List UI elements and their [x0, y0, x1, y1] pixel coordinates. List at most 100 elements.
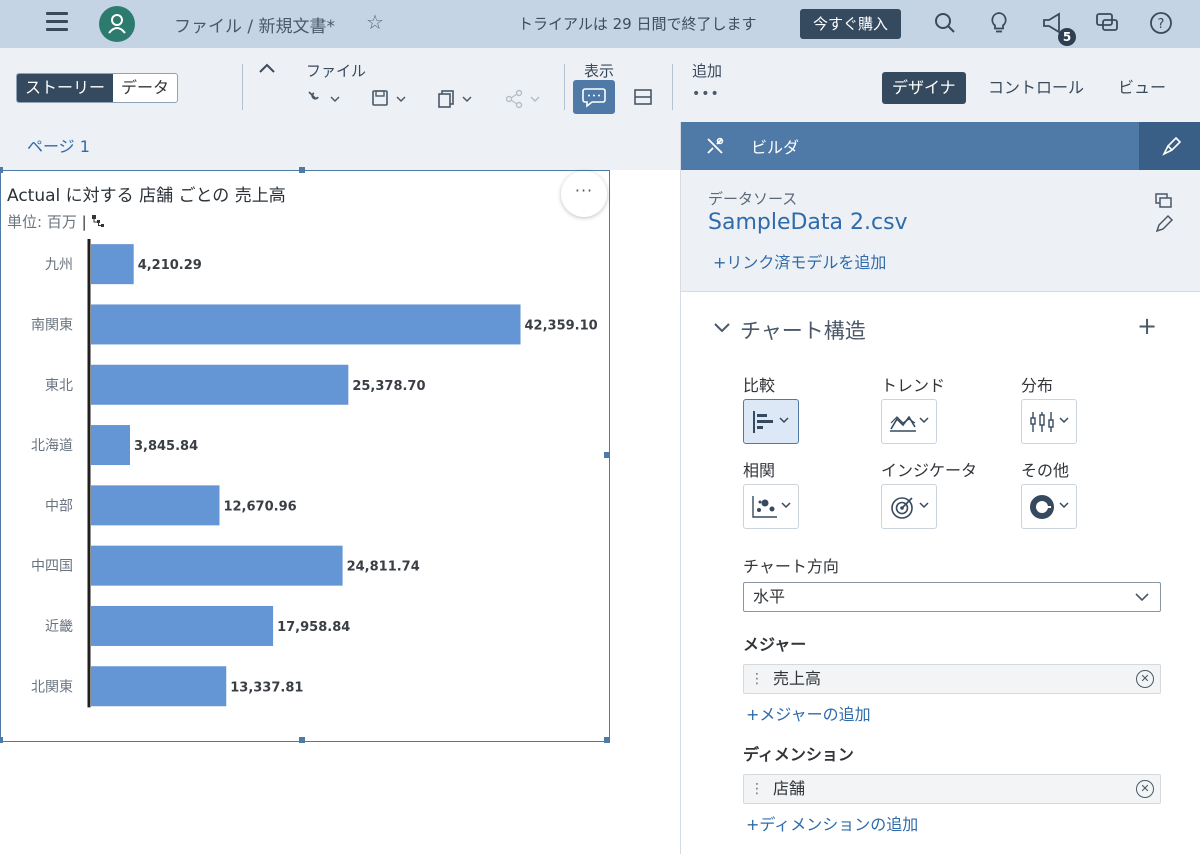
chart-type-distribution-button[interactable]	[1021, 399, 1077, 444]
chart-type-trend-button[interactable]	[881, 399, 937, 444]
wrench-icon[interactable]	[305, 88, 345, 110]
help-icon[interactable]: ?	[1148, 10, 1174, 36]
page-tab-strip: ページ 1	[0, 122, 680, 170]
bar-value-label: 24,811.74	[347, 560, 420, 575]
breadcrumb[interactable]: ファイル / 新規文書*	[174, 12, 335, 37]
bar[interactable]	[91, 364, 349, 405]
brush-icon	[1162, 136, 1182, 156]
collapse-chevron-icon[interactable]	[258, 62, 276, 74]
trial-text: トライアルは 29 日間で終了します	[518, 15, 757, 33]
builder-panel: ビルダ データソース SampleData 2.csv +リンク済モデルを追加 …	[680, 122, 1200, 854]
notification-badge[interactable]: 5	[1058, 28, 1076, 46]
tools-icon[interactable]	[705, 136, 725, 156]
target-icon	[891, 497, 929, 519]
control-mode-button[interactable]: コントロール	[988, 72, 1084, 104]
orientation-value: 水平	[753, 587, 786, 606]
more-add-icon[interactable]: •••	[692, 86, 720, 102]
datasource-name[interactable]: SampleData 2.csv	[708, 210, 908, 235]
chart-type-label: 分布	[1021, 376, 1054, 395]
category-tick-label: 北海道	[31, 438, 73, 454]
buy-now-button[interactable]: 今すぐ購入	[800, 9, 901, 39]
resize-handle[interactable]	[299, 167, 305, 173]
category-tick-label: 南関東	[31, 317, 73, 333]
bar-value-label: 3,845.84	[134, 439, 198, 454]
measure-name: 売上高	[773, 669, 822, 688]
remove-measure-icon[interactable]: ✕	[1136, 670, 1154, 688]
drag-handle-icon[interactable]: ⋮	[750, 665, 764, 693]
copy-datasource-icon[interactable]	[1154, 192, 1174, 210]
chart-type-label: その他	[1021, 461, 1070, 480]
area-chart-icon	[890, 415, 929, 432]
resize-handle[interactable]	[0, 737, 3, 743]
share-icon[interactable]	[505, 88, 545, 110]
resize-handle[interactable]	[0, 167, 3, 173]
add-dimension-link[interactable]: +ディメンションの追加	[746, 811, 918, 835]
comment-icon	[582, 88, 606, 108]
chat-icon[interactable]	[1094, 10, 1120, 36]
builder-header: ビルダ	[681, 122, 1200, 170]
bar-value-label: 4,210.29	[138, 258, 202, 273]
bar[interactable]	[91, 304, 521, 345]
donut-icon	[1030, 495, 1069, 519]
toolbar-divider	[564, 64, 565, 110]
chart-type-label: 比較	[743, 376, 776, 395]
save-icon[interactable]	[371, 88, 411, 110]
category-tick-label: 九州	[45, 257, 73, 273]
star-icon[interactable]: ☆	[366, 10, 384, 34]
avatar[interactable]	[99, 6, 135, 42]
scatter-icon	[752, 496, 791, 518]
chart-type-label: インジケータ	[881, 461, 978, 480]
designer-mode-button[interactable]: デザイナ	[882, 72, 966, 104]
story-data-toggle: ストーリー データ	[16, 73, 179, 103]
add-linked-model-link[interactable]: +リンク済モデルを追加	[713, 249, 886, 273]
lightbulb-icon[interactable]	[986, 10, 1012, 36]
view-group-label: 表示	[584, 62, 615, 80]
chevron-down-icon[interactable]	[713, 322, 731, 334]
chart-type-indicator-button[interactable]	[881, 484, 937, 529]
layout-panel-icon[interactable]	[634, 89, 652, 105]
boxplot-icon	[1030, 412, 1069, 432]
resize-handle[interactable]	[299, 737, 305, 743]
chart-type-other-button[interactable]	[1021, 484, 1077, 529]
resize-handle[interactable]	[604, 452, 610, 458]
category-tick-label: 近畿	[45, 619, 73, 635]
tab-story[interactable]: ストーリー	[17, 74, 114, 102]
comment-mode-button[interactable]	[573, 80, 615, 114]
bar-chart: 九州 4,210.29 南関東 42,359.10 東北 25,378.70 北海道 3,84…	[31, 239, 598, 708]
tab-page-1[interactable]: ページ 1	[27, 133, 90, 157]
add-measure-link[interactable]: +メジャーの追加	[746, 701, 871, 725]
copy-icon[interactable]	[437, 88, 477, 110]
builder-title: ビルダ	[751, 138, 800, 157]
styling-button[interactable]	[1139, 122, 1200, 170]
bar[interactable]	[91, 244, 134, 285]
edit-pencil-icon[interactable]	[1154, 214, 1174, 234]
chart-widget[interactable]: Actual に対する 店舗 ごとの 売上高 単位: 百万 | ··· 九州 4,…	[0, 167, 610, 743]
add-structure-button[interactable]: +	[1137, 312, 1157, 340]
measure-token[interactable]: ⋮ 売上高 ✕	[743, 664, 1161, 694]
svg-text:?: ?	[1158, 17, 1165, 32]
bar[interactable]	[91, 605, 274, 646]
chart-type-correlation-button[interactable]	[743, 484, 799, 529]
bar[interactable]	[91, 666, 227, 707]
bar[interactable]	[91, 425, 130, 466]
view-mode-button[interactable]: ビュー	[1118, 72, 1166, 104]
bar[interactable]	[91, 545, 343, 586]
bar-value-label: 12,670.96	[223, 499, 296, 514]
bar-value-label: 13,337.81	[230, 680, 303, 695]
resize-handle[interactable]	[604, 737, 610, 743]
bar[interactable]	[91, 485, 220, 526]
tab-data[interactable]: データ	[113, 74, 177, 102]
remove-dimension-icon[interactable]: ✕	[1136, 780, 1154, 798]
chart-type-comparison-button[interactable]	[743, 399, 799, 444]
file-group-label: ファイル	[306, 62, 367, 80]
menu-icon[interactable]	[46, 12, 68, 32]
chart-structure-heading[interactable]: チャート構造	[740, 315, 866, 345]
add-group-label: 追加	[692, 62, 723, 80]
bar-value-label: 25,378.70	[352, 379, 425, 394]
search-icon[interactable]	[932, 10, 958, 36]
drag-handle-icon[interactable]: ⋮	[750, 775, 764, 803]
dimension-token[interactable]: ⋮ 店舗 ✕	[743, 774, 1161, 804]
toolbar: ストーリー データ ファイル 表示 追加 ••• デザイナ コントロール ビュー	[0, 48, 1200, 122]
toolbar-divider	[242, 64, 243, 110]
orientation-select[interactable]: 水平	[743, 582, 1161, 612]
